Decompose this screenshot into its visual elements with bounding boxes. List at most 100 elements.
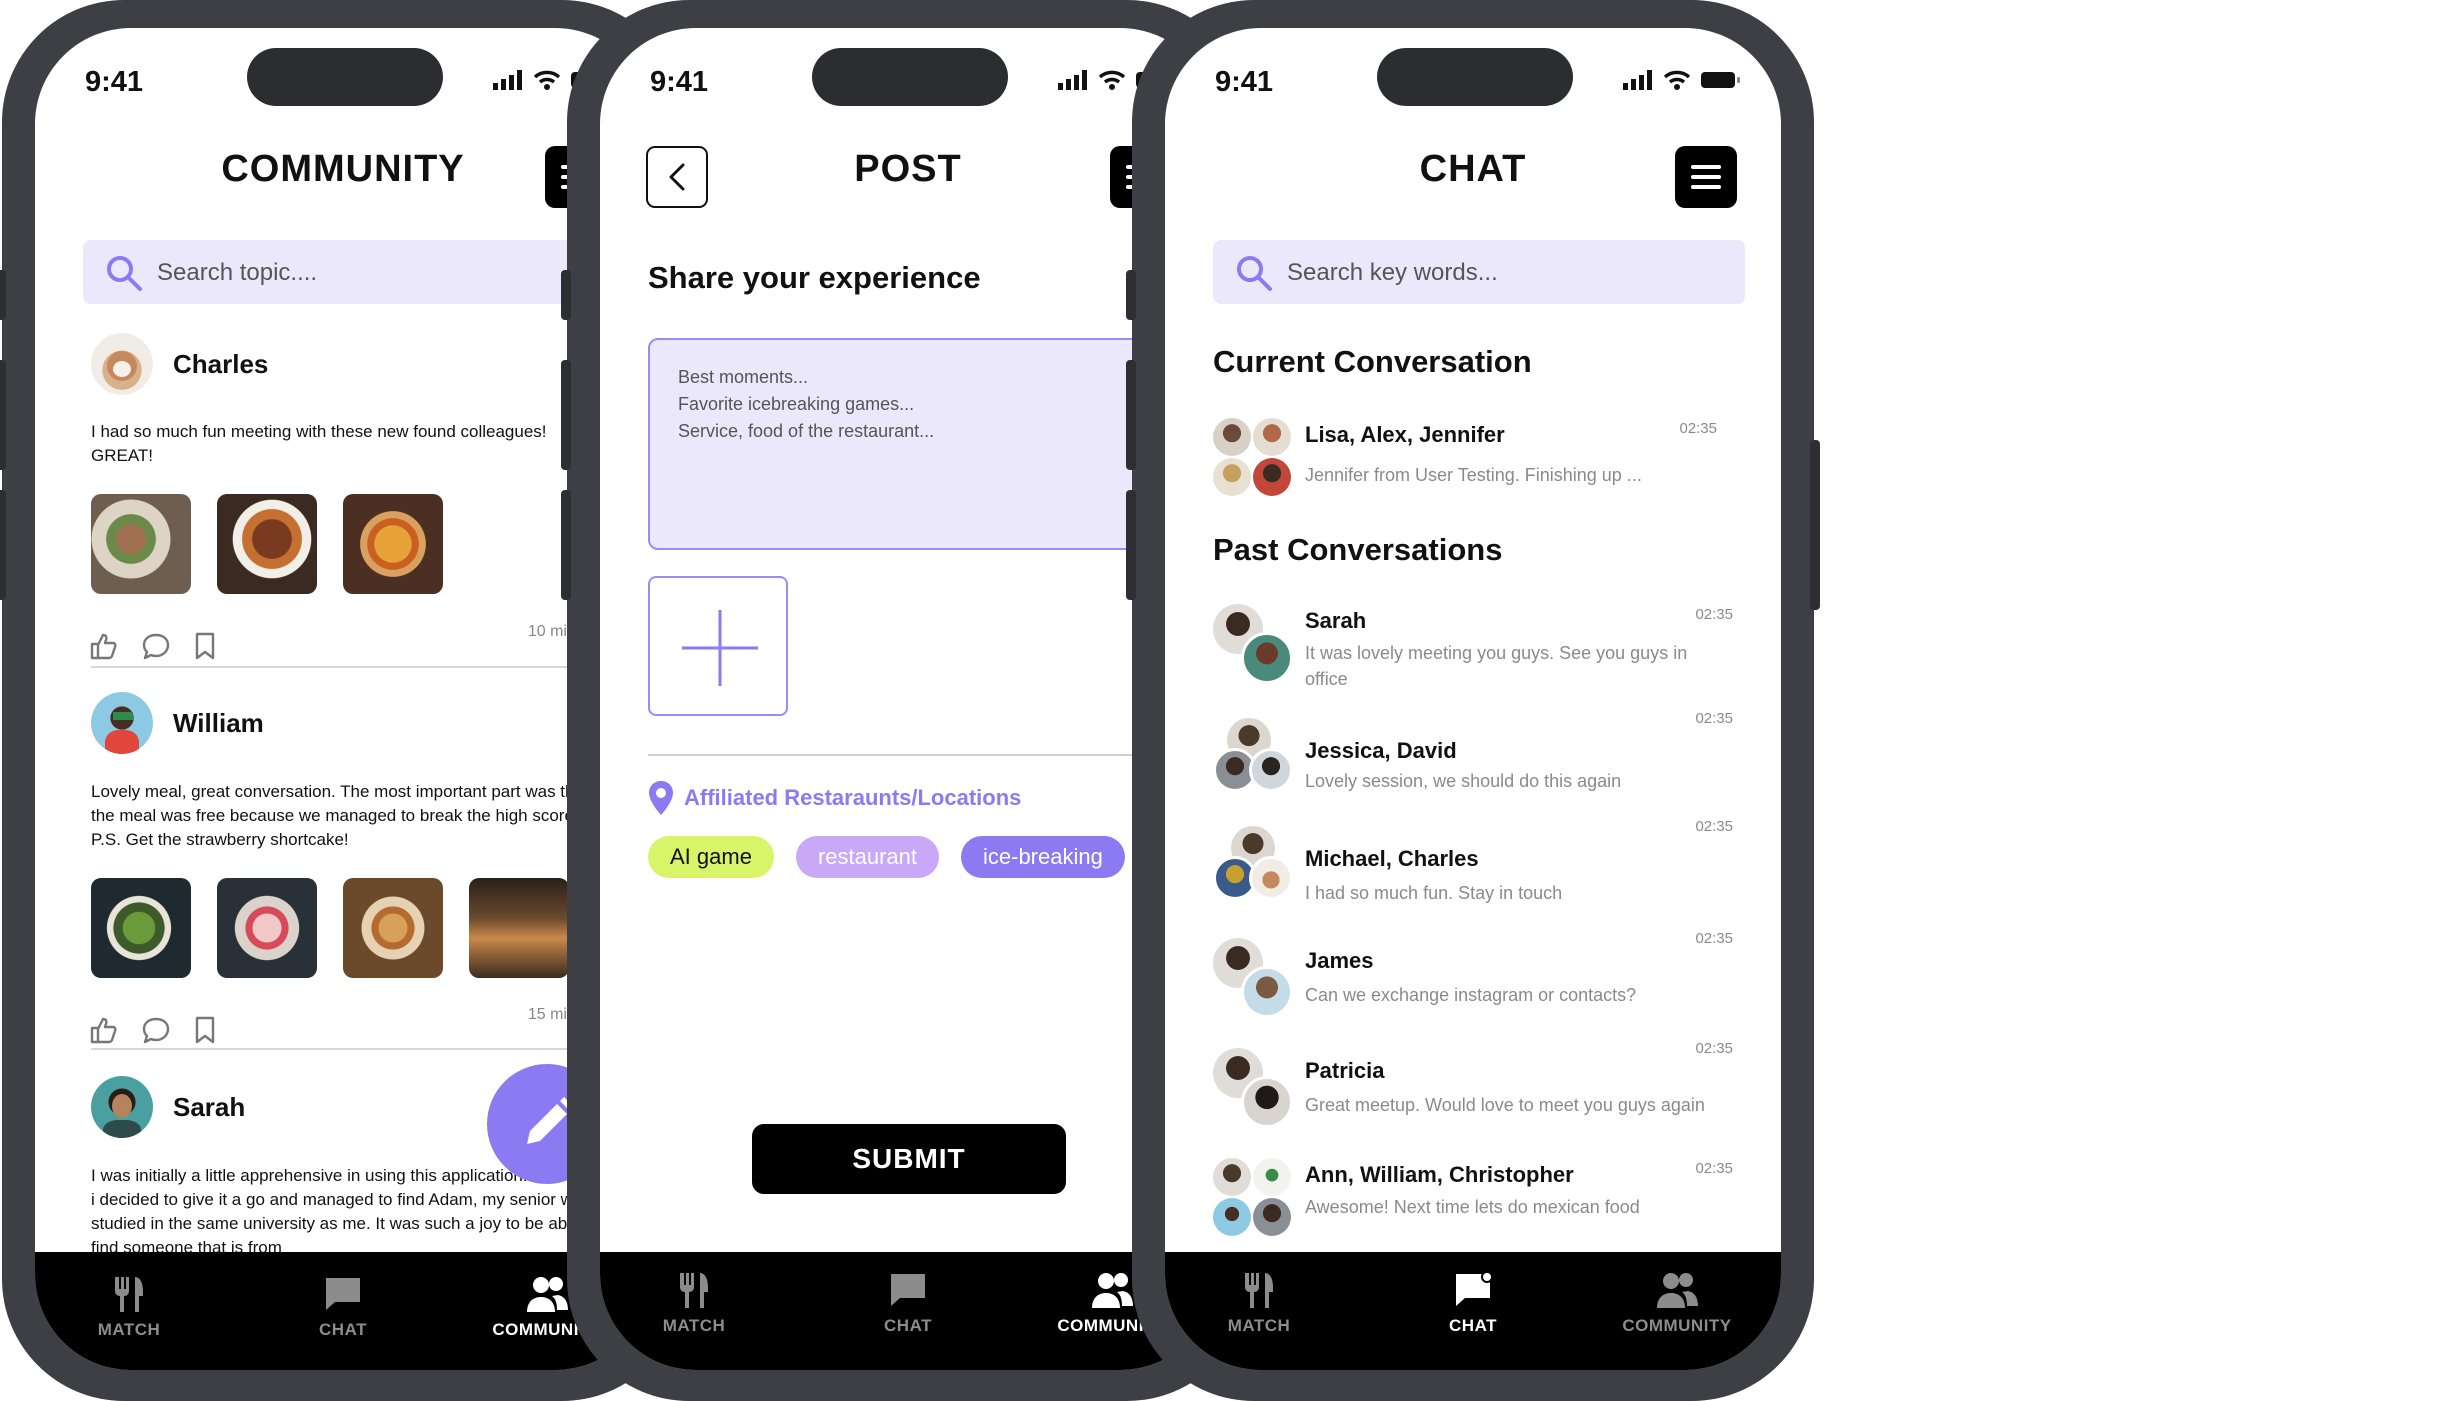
avatar-group [1213, 826, 1293, 906]
avatar[interactable] [91, 333, 153, 395]
post-author[interactable]: Sarah [91, 1076, 245, 1138]
side-button [561, 490, 571, 600]
comment-icon[interactable] [141, 1016, 171, 1044]
conversation-preview: Jennifer from User Testing. Finishing up… [1305, 465, 1642, 485]
food-image[interactable] [91, 494, 191, 594]
tab-match[interactable]: MATCH [1169, 1270, 1349, 1336]
tab-label: COMMUNITY [1622, 1316, 1732, 1335]
post-author[interactable]: William [91, 692, 264, 754]
tag-list: AI game restaurant ice-breaking [648, 836, 1125, 878]
section-heading: Current Conversation [1213, 344, 1532, 379]
tag-chip[interactable]: ice-breaking [961, 836, 1125, 878]
tab-chat[interactable]: CHAT [1383, 1270, 1563, 1336]
screen: 9:41 POST Share your experience Best mom… [600, 28, 1216, 1370]
conversation-item[interactable]: Jessica, David Lovely session, we should… [1213, 710, 1743, 798]
location-label: Affiliated Restaraunts/Locations [684, 785, 1022, 810]
submit-button[interactable]: SUBMIT [752, 1124, 1066, 1194]
avatar-group [1213, 604, 1293, 684]
author-name: William [173, 707, 264, 738]
avatar-group [1213, 1048, 1293, 1128]
food-image[interactable] [217, 878, 317, 978]
food-image[interactable] [343, 878, 443, 978]
restaurant-image[interactable] [469, 878, 569, 978]
conversation-item[interactable]: Michael, Charles I had so much fun. Stay… [1213, 818, 1743, 906]
conversation-time: 02:35 [1695, 710, 1733, 727]
post-images [91, 878, 569, 978]
tab-label: MATCH [97, 1320, 161, 1339]
post-actions [89, 632, 217, 660]
food-image[interactable] [91, 878, 191, 978]
thumbs-up-icon[interactable] [89, 1016, 119, 1044]
conversation-time: 02:35 [1695, 930, 1733, 947]
side-button [1126, 490, 1136, 600]
placeholder-line: Service, food of the restaurant... [678, 421, 935, 441]
tab-label: CHAT [884, 1316, 932, 1335]
tag-chip[interactable]: restaurant [795, 836, 939, 878]
avatar [1249, 748, 1293, 792]
conversation-item[interactable]: James Can we exchange instagram or conta… [1213, 930, 1743, 1018]
chat-bubble-icon [1456, 1271, 1493, 1306]
tab-label: MATCH [1227, 1316, 1291, 1335]
placeholder-line: Favorite icebreaking games... [678, 394, 915, 414]
food-image[interactable] [217, 494, 317, 594]
wifi-icon [1663, 70, 1691, 90]
avatar[interactable] [91, 692, 153, 754]
food-image[interactable] [343, 494, 443, 594]
post-text: I had so much fun meeting with these new… [91, 422, 547, 465]
location-pin-icon [649, 781, 673, 815]
divider [648, 754, 1170, 756]
side-button [561, 360, 571, 470]
menu-button[interactable] [1675, 146, 1737, 208]
dynamic-island [247, 48, 443, 106]
search-bar[interactable]: Search key words... [1213, 240, 1745, 304]
post-actions [89, 1016, 217, 1044]
conversation-item[interactable]: Ann, William, Christopher Awesome! Next … [1213, 1158, 1743, 1238]
thumbs-up-icon[interactable] [89, 632, 119, 660]
tab-chat[interactable]: CHAT [818, 1270, 998, 1336]
post-author[interactable]: Charles [91, 333, 268, 395]
bookmark-icon[interactable] [193, 1016, 217, 1044]
avatar-group [1213, 418, 1293, 498]
people-icon [527, 1277, 568, 1312]
status-time: 9:41 [1215, 66, 1274, 98]
chat-bubble-icon [326, 1278, 360, 1310]
avatar [1253, 458, 1291, 496]
wifi-icon [533, 70, 561, 90]
signal-icon [1058, 70, 1087, 90]
search-input[interactable]: Search topic.... [157, 259, 317, 287]
conversation-name: Lisa, Alex, Jennifer [1305, 422, 1505, 447]
author-name: Sarah [173, 1091, 246, 1122]
conversation-name: Sarah [1305, 608, 1367, 633]
conversation-item[interactable]: Sarah It was lovely meeting you guys. Se… [1213, 604, 1743, 689]
plus-icon [682, 610, 758, 686]
conversation-item[interactable]: Lisa, Alex, Jennifer Jennifer from User … [1213, 418, 1743, 498]
post-images [91, 494, 443, 594]
avatar[interactable] [91, 1076, 153, 1138]
avatar [1253, 1158, 1291, 1196]
conversation-item[interactable]: Patricia Great meetup. Would love to mee… [1213, 1040, 1743, 1128]
bookmark-icon[interactable] [193, 632, 217, 660]
avatar-group [1213, 1158, 1293, 1238]
fork-knife-icon [680, 1273, 708, 1308]
tab-community[interactable]: COMMUNITY [1587, 1270, 1767, 1336]
tab-match[interactable]: MATCH [39, 1274, 219, 1340]
avatar [1253, 1198, 1291, 1236]
conversation-name: Patricia [1305, 1058, 1385, 1083]
location-selector[interactable]: Affiliated Restaraunts/Locations [648, 780, 1021, 816]
side-button [0, 490, 6, 600]
search-icon [1237, 256, 1272, 291]
tab-chat[interactable]: CHAT [253, 1274, 433, 1340]
experience-textarea[interactable]: Best moments... Favorite icebreaking gam… [648, 338, 1170, 550]
tab-bar: MATCH CHAT COMMUNITY [35, 1252, 651, 1370]
tag-chip[interactable]: AI game [648, 836, 774, 878]
battery-icon [1701, 72, 1740, 88]
tab-match[interactable]: MATCH [604, 1270, 784, 1336]
avatar [1213, 458, 1251, 496]
comment-icon[interactable] [141, 632, 171, 660]
search-input[interactable]: Search key words... [1287, 259, 1498, 287]
search-bar[interactable]: Search topic.... [83, 240, 605, 304]
side-button [0, 360, 6, 470]
avatar [1253, 418, 1291, 456]
add-photo-button[interactable] [648, 576, 788, 716]
avatar-group [1213, 718, 1293, 798]
